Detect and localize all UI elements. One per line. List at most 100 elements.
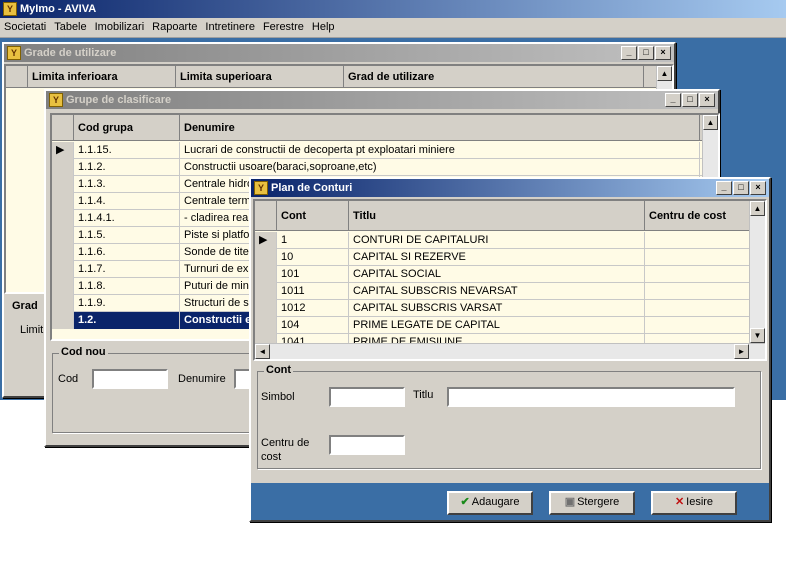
scroll-left-icon[interactable]: ◄	[255, 344, 270, 359]
titlu-cell: PRIME LEGATE DE CAPITAL	[349, 317, 645, 334]
horizontal-scrollbar[interactable]: ◄ ►	[255, 343, 765, 359]
col-grad-utilizare[interactable]: Grad de utilizare	[344, 66, 644, 88]
iesire-button[interactable]: ✕ Iesire	[651, 491, 737, 515]
window-icon: Y	[49, 93, 63, 107]
minimize-icon[interactable]: _	[665, 93, 681, 107]
table-row[interactable]: 1012 CAPITAL SUBSCRIS VARSAT	[255, 300, 755, 317]
checkmark-icon: ✔	[460, 496, 470, 508]
titlu-input[interactable]	[447, 387, 735, 407]
cod-grupa-cell: 1.1.2.	[74, 159, 180, 176]
cod-nou-label: Cod nou	[59, 346, 108, 358]
scroll-right-icon[interactable]: ►	[734, 344, 749, 359]
menu-help[interactable]: Help	[308, 18, 339, 33]
app-title: MyImo - AVIVA	[20, 3, 97, 15]
menu-rapoarte[interactable]: Rapoarte	[148, 18, 201, 33]
titlu-cell: CAPITAL SI REZERVE	[349, 249, 645, 266]
table-row[interactable]: ▶ 1 CONTURI DE CAPITALURI	[255, 232, 755, 249]
window-icon: Y	[254, 181, 268, 195]
menu-imobilizari[interactable]: Imobilizari	[91, 18, 149, 33]
cont-cell: 101	[277, 266, 349, 283]
menu-tabele[interactable]: Tabele	[50, 18, 90, 33]
menu-ferestre[interactable]: Ferestre	[259, 18, 308, 33]
minimize-icon[interactable]: _	[621, 46, 637, 60]
scroll-up-icon[interactable]: ▲	[657, 66, 672, 81]
menu-intretinere[interactable]: Intretinere	[201, 18, 259, 33]
minimize-icon[interactable]: _	[716, 181, 732, 195]
titlu-label: Titlu	[413, 389, 434, 401]
scroll-down-icon[interactable]: ▼	[750, 328, 765, 343]
eraser-icon: ▣	[564, 496, 576, 508]
close-icon[interactable]: ×	[699, 93, 715, 107]
col-denumire[interactable]: Denumire	[180, 115, 700, 141]
denumire-cell: Constructii usoare(baraci,soproane,etc)	[180, 159, 700, 176]
centru-cost-cell	[645, 232, 755, 249]
titlu-cell: CAPITAL SUBSCRIS NEVARSAT	[349, 283, 645, 300]
maximize-icon[interactable]: □	[638, 46, 654, 60]
cod-grupa-cell: 1.1.6.	[74, 244, 180, 261]
plan-conturi-window: Y Plan de Conturi _ □ × Cont Titlu Centru …	[249, 177, 771, 522]
titlu-cell: CONTURI DE CAPITALURI	[349, 232, 645, 249]
simbol-label: Simbol	[261, 391, 295, 403]
grid-header: Cod grupa Denumire	[52, 115, 702, 141]
scroll-up-icon[interactable]: ▲	[750, 201, 765, 216]
col-limita-inferioara[interactable]: Limita inferioara	[28, 66, 176, 88]
table-row[interactable]: 10 CAPITAL SI REZERVE	[255, 249, 755, 266]
cod-label: Cod	[58, 373, 79, 385]
centru-cost-cell	[645, 266, 755, 283]
centru-cost-cell	[645, 300, 755, 317]
maximize-icon[interactable]: □	[733, 181, 749, 195]
cod-nou-group: Cod nou	[52, 346, 252, 433]
cod-grupa-cell: 1.2.	[74, 312, 180, 329]
table-row[interactable]: ▶ 1.1.15. Lucrari de constructii de decope…	[52, 142, 702, 159]
app-icon: Y	[3, 2, 17, 16]
grad-group-label: Grad	[12, 300, 38, 312]
plan-conturi-grid[interactable]: Cont Titlu Centru de cost ▶ 1 CONTURI DE C…	[253, 199, 767, 361]
titlu-cell: CAPITAL SUBSCRIS VARSAT	[349, 300, 645, 317]
denumire-label: Denumire	[178, 373, 226, 385]
plan-conturi-titlebar: Y Plan de Conturi _ □ ×	[251, 179, 769, 197]
col-titlu[interactable]: Titlu	[349, 201, 645, 231]
close-x-icon: ✕	[674, 496, 685, 508]
menu-bar: Societati Tabele Imobilizari Rapoarte In…	[0, 18, 786, 38]
adaugare-button[interactable]: ✔ Adaugare	[447, 491, 533, 515]
menu-societati[interactable]: Societati	[0, 18, 50, 33]
denumire-cell: Lucrari de constructii de decoperta pt e…	[180, 142, 700, 159]
cod-grupa-cell: 1.1.5.	[74, 227, 180, 244]
grid-header: Cont Titlu Centru de cost	[255, 201, 755, 231]
cod-grupa-cell: 1.1.9.	[74, 295, 180, 312]
cont-group-label: Cont	[264, 364, 294, 376]
col-cont[interactable]: Cont	[277, 201, 349, 231]
scroll-up-icon[interactable]: ▲	[703, 115, 718, 130]
col-cod-grupa[interactable]: Cod grupa	[74, 115, 180, 141]
grade-utilizare-title: Grade de utilizare	[24, 47, 117, 59]
maximize-icon[interactable]: □	[682, 93, 698, 107]
vertical-scrollbar[interactable]: ▲ ▼	[749, 201, 765, 343]
close-icon[interactable]: ×	[750, 181, 766, 195]
table-row[interactable]: 1.1.2. Constructii usoare(baraci,soproane…	[52, 159, 702, 176]
cod-grupa-cell: 1.1.15.	[74, 142, 180, 159]
window-icon: Y	[7, 46, 21, 60]
simbol-input[interactable]	[329, 387, 405, 407]
close-icon[interactable]: ×	[655, 46, 671, 60]
col-limita-superioara[interactable]: Limita superioara	[176, 66, 344, 88]
cont-cell: 1	[277, 232, 349, 249]
stergere-button[interactable]: ▣ Stergere	[549, 491, 635, 515]
table-row[interactable]: 104 PRIME LEGATE DE CAPITAL	[255, 317, 755, 334]
centru-cost-cell	[645, 249, 755, 266]
titlu-cell: CAPITAL SOCIAL	[349, 266, 645, 283]
limit-label: Limit	[20, 324, 44, 336]
cod-grupa-cell: 1.1.4.	[74, 193, 180, 210]
centru-label-line2: cost	[261, 451, 282, 463]
grupe-clasificare-title: Grupe de clasificare	[66, 94, 172, 106]
centru-cost-cell	[645, 283, 755, 300]
cod-input[interactable]	[92, 369, 168, 389]
col-centru-cost[interactable]: Centru de cost	[645, 201, 755, 231]
centru-cost-input[interactable]	[329, 435, 405, 455]
table-row[interactable]: 101 CAPITAL SOCIAL	[255, 266, 755, 283]
grupe-clasificare-titlebar: Y Grupe de clasificare _ □ ×	[46, 91, 718, 109]
table-row[interactable]: 1011 CAPITAL SUBSCRIS NEVARSAT	[255, 283, 755, 300]
cont-cell: 1012	[277, 300, 349, 317]
grid-header: Limita inferioara Limita superioara Grad…	[6, 66, 656, 88]
grade-utilizare-titlebar: Y Grade de utilizare _ □ ×	[4, 44, 674, 62]
cont-cell: 104	[277, 317, 349, 334]
